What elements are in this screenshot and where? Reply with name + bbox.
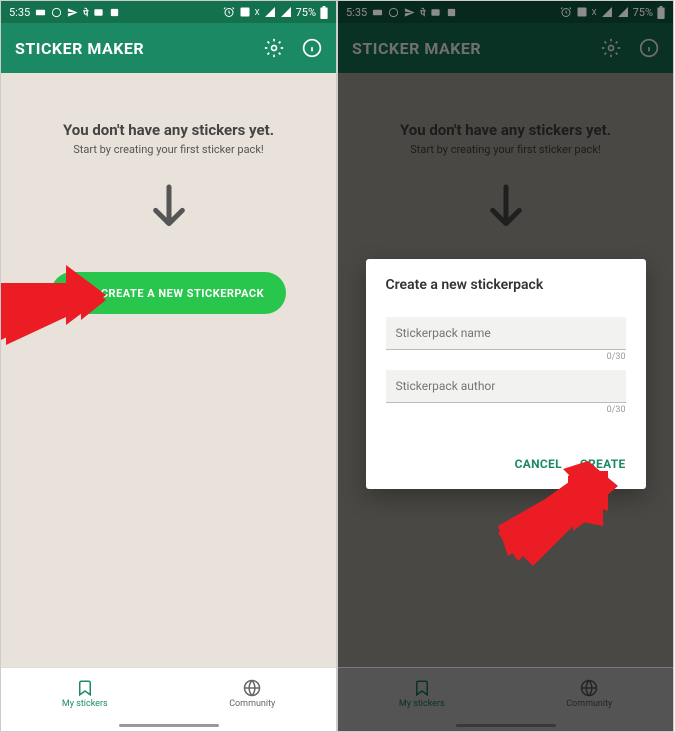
dialog-actions: CANCEL CREATE [386, 449, 626, 479]
dialog-title: Create a new stickerpack [386, 277, 626, 293]
down-arrow-icon [149, 182, 189, 232]
stickerpack-name-field[interactable] [396, 326, 616, 340]
create-stickerpack-button[interactable]: + CREATE A NEW STICKERPACK [51, 272, 286, 314]
gesture-bar [1, 719, 336, 731]
status-icon [35, 7, 46, 18]
app-bar-actions [264, 38, 322, 58]
dialog-overlay[interactable]: Create a new stickerpack 0/30 0/30 CANCE… [338, 1, 673, 731]
gesture-handle [119, 724, 219, 727]
status-signal-x: X [255, 8, 260, 17]
info-icon[interactable] [302, 38, 322, 58]
create-button-label: CREATE A NEW STICKERPACK [101, 287, 264, 300]
gear-icon[interactable] [264, 38, 284, 58]
battery-percent: 75% [296, 6, 316, 19]
underline [386, 349, 626, 350]
screen-dialog: 5:35 पे X [337, 0, 674, 732]
main-content: You don't have any stickers yet. Start b… [1, 73, 336, 667]
create-dialog: Create a new stickerpack 0/30 0/30 CANCE… [366, 259, 646, 489]
status-icon [109, 7, 120, 18]
name-field-wrap[interactable] [386, 317, 626, 349]
status-icon [51, 7, 62, 18]
alarm-icon [223, 6, 235, 18]
cancel-button[interactable]: CANCEL [515, 457, 562, 471]
plus-icon: + [73, 284, 91, 302]
empty-subtitle: Start by creating your first sticker pac… [73, 143, 263, 156]
battery-icon [320, 6, 328, 19]
signal-icon [264, 6, 276, 18]
author-counter: 0/30 [386, 405, 626, 415]
empty-title: You don't have any stickers yet. [63, 121, 274, 139]
status-icon [67, 7, 78, 18]
app-bar: STICKER MAKER [1, 23, 336, 73]
status-left: 5:35 पे [9, 6, 120, 19]
signal-icon [280, 6, 292, 18]
app-title: STICKER MAKER [15, 39, 144, 58]
nav-my-stickers[interactable]: My stickers [1, 668, 169, 719]
nav-label: Community [229, 699, 275, 709]
status-icon [93, 7, 104, 18]
author-field-wrap[interactable] [386, 370, 626, 402]
create-button[interactable]: CREATE [580, 457, 626, 471]
status-time: 5:35 [9, 6, 30, 19]
status-bar: 5:35 पे X [1, 1, 336, 23]
nav-label: My stickers [62, 699, 108, 709]
underline [386, 402, 626, 403]
stickerpack-author-field[interactable] [396, 379, 616, 393]
status-right: X 75% [223, 6, 328, 19]
status-icon [239, 6, 251, 18]
status-icon: पे [83, 6, 88, 19]
bottom-nav: My stickers Community [1, 667, 336, 719]
name-counter: 0/30 [386, 352, 626, 362]
screen-empty-state: 5:35 पे X [0, 0, 337, 732]
nav-community[interactable]: Community [169, 668, 337, 719]
